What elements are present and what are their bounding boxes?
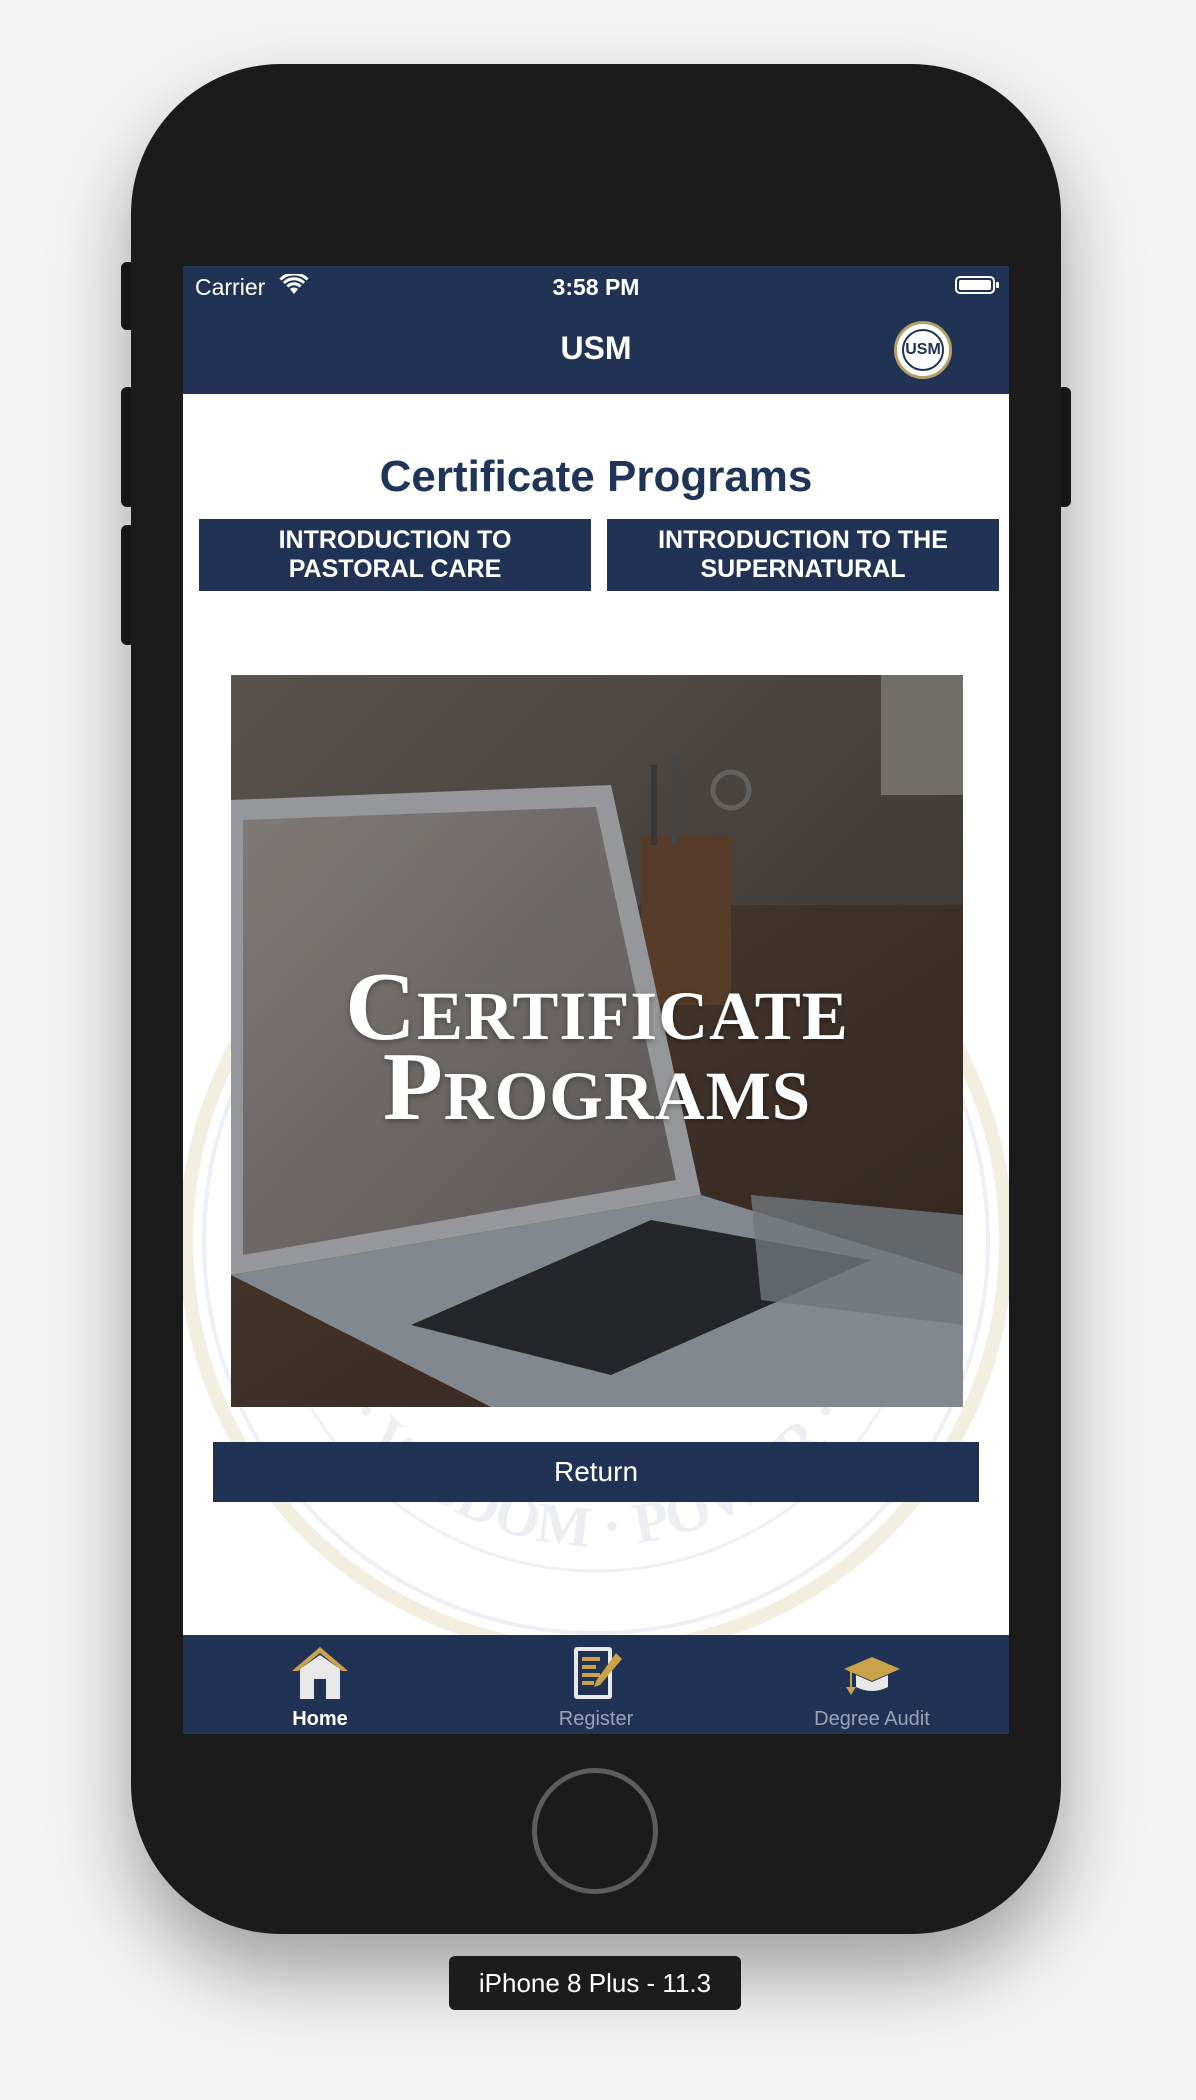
tab-register[interactable]: Register [496, 1635, 696, 1734]
return-button[interactable]: Return [213, 1442, 979, 1502]
app-screen: · WISDOM · POWER · Carrier 3:58 PM USM U… [183, 266, 1009, 1734]
certificate-programs-banner: Certificate Programs [231, 675, 963, 1407]
home-icon [292, 1647, 348, 1699]
tab-register-label: Register [558, 1708, 634, 1730]
banner-title: Certificate Programs [345, 953, 849, 1141]
home-button[interactable] [532, 1768, 658, 1894]
simulator-device-label: iPhone 8 Plus - 11.3 [449, 1956, 741, 2010]
program-button-supernatural[interactable]: INTRODUCTION TO THE SUPERNATURAL [607, 519, 999, 591]
status-bar: Carrier 3:58 PM [183, 266, 1009, 306]
graduation-cap-icon [844, 1657, 900, 1695]
tab-home-label: Home [292, 1708, 348, 1730]
page-title: Certificate Programs [379, 452, 813, 501]
status-time: 3:58 PM [552, 274, 640, 300]
tab-degree-audit[interactable]: Degree Audit [772, 1635, 972, 1734]
tab-bar: Home Register Degree Audit [183, 1635, 1009, 1734]
logo-text: USM [902, 329, 944, 371]
navigation-bar: USM USM [183, 306, 1009, 394]
battery-icon [955, 276, 999, 294]
tab-degree-audit-label: Degree Audit [814, 1708, 930, 1730]
nav-title: USM [560, 330, 632, 366]
tab-home[interactable]: Home [220, 1635, 420, 1734]
register-clipboard-icon [574, 1647, 622, 1699]
program-button-pastoral-care[interactable]: INTRODUCTION TO PASTORAL CARE [199, 519, 591, 591]
usm-logo[interactable]: USM [894, 321, 952, 379]
